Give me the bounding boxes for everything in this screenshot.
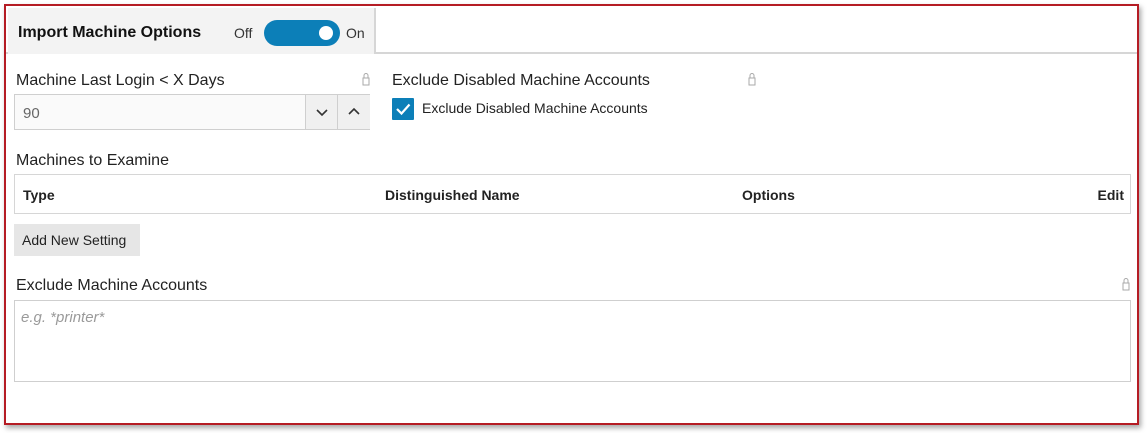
column-type: Type — [23, 187, 55, 203]
tab-title: Import Machine Options — [18, 24, 202, 41]
decrement-button[interactable] — [305, 95, 338, 129]
increment-button[interactable] — [337, 95, 370, 129]
exclude-disabled-label: Exclude Disabled Machine Accounts — [392, 72, 650, 89]
checkmark-icon — [396, 103, 411, 116]
last-login-days-input[interactable]: 90 — [14, 94, 370, 130]
lock-icon — [748, 73, 756, 86]
toggle-knob — [319, 26, 333, 40]
import-options-panel: Import Machine Options Off On Machine La… — [4, 4, 1139, 425]
toggle-on-label: On — [346, 25, 365, 41]
column-edit: Edit — [1097, 187, 1124, 203]
lock-icon — [362, 73, 370, 86]
exclude-disabled-checkbox[interactable] — [392, 98, 414, 120]
tab-bar: Import Machine Options Off On — [6, 6, 1137, 54]
exclude-accounts-input[interactable] — [14, 300, 1131, 382]
chevron-down-icon — [316, 109, 328, 117]
last-login-value: 90 — [23, 105, 40, 122]
tab-import-machine-options[interactable]: Import Machine Options Off On — [8, 8, 376, 54]
lock-icon — [1122, 278, 1130, 291]
exclude-accounts-label: Exclude Machine Accounts — [16, 277, 208, 294]
column-distinguished-name: Distinguished Name — [385, 187, 520, 203]
import-toggle[interactable] — [264, 20, 340, 46]
machines-table-header: Type Distinguished Name Options Edit — [14, 174, 1131, 214]
chevron-up-icon — [348, 107, 360, 115]
last-login-label: Machine Last Login < X Days — [16, 72, 225, 89]
exclude-disabled-checkbox-label: Exclude Disabled Machine Accounts — [422, 100, 648, 116]
column-options: Options — [742, 187, 795, 203]
machines-label: Machines to Examine — [16, 152, 169, 169]
toggle-off-label: Off — [234, 25, 253, 41]
add-new-setting-button[interactable]: Add New Setting — [14, 224, 140, 256]
